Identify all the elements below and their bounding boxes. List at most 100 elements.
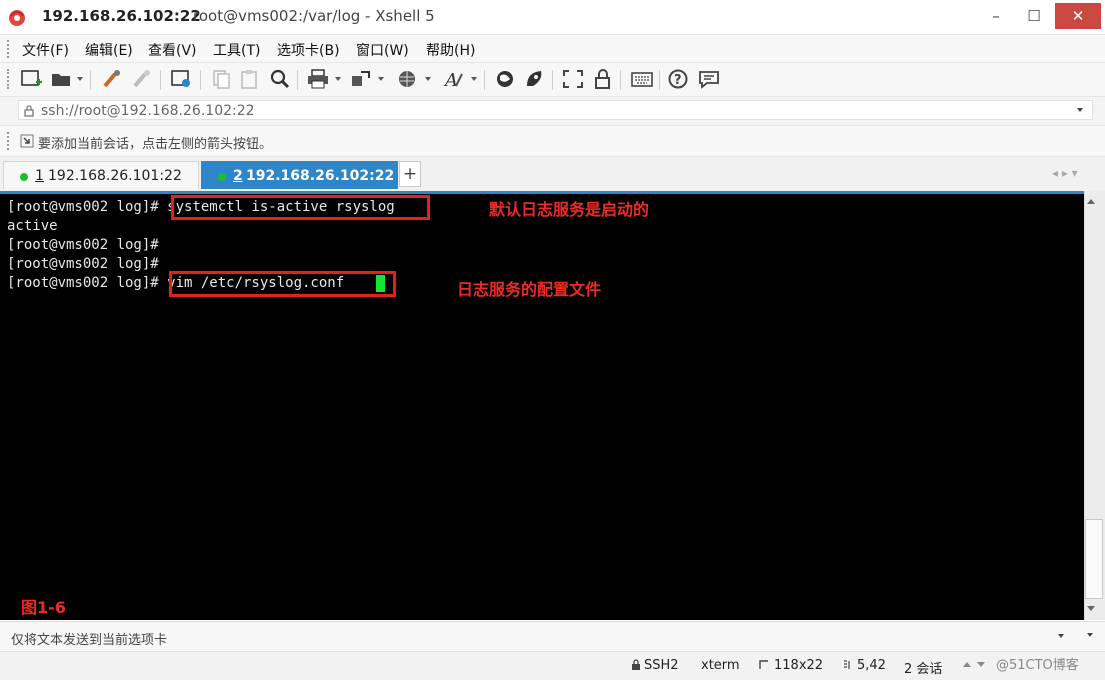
- annotation-text: 日志服务的配置文件: [457, 280, 602, 299]
- tab-session-1[interactable]: 1 192.168.26.101:22: [3, 161, 199, 189]
- open-folder-icon[interactable]: [50, 68, 74, 90]
- menu-help[interactable]: 帮助(H): [426, 40, 475, 60]
- scroll-up-icon[interactable]: [1087, 199, 1095, 204]
- highlight-box: [171, 195, 430, 220]
- status-session-count: 2 会话: [904, 662, 943, 677]
- shell-prompt: [root@vms002 log]#: [7, 275, 159, 291]
- session-hint-bar: 要添加当前会话，点击左侧的箭头按钮。: [0, 126, 1105, 157]
- maximize-button[interactable]: ☐: [1015, 3, 1053, 29]
- terminal-line: [root@vms002 log]#: [7, 256, 159, 272]
- annotation-text: 默认日志服务是启动的: [489, 200, 650, 219]
- properties-icon[interactable]: [170, 68, 194, 90]
- address-dropdown-icon[interactable]: [1077, 108, 1083, 112]
- menu-view[interactable]: 查看(V): [148, 40, 197, 60]
- svg-text:A: A: [443, 70, 458, 90]
- compose-bar[interactable]: 仅将文本发送到当前选项卡: [0, 621, 1105, 651]
- status-down-arrow-icon[interactable]: [977, 662, 985, 667]
- tab-strip: 1 192.168.26.101:22 2 192.168.26.102:22: [0, 157, 1105, 191]
- globe-dropdown-icon[interactable]: [425, 77, 431, 81]
- print-icon[interactable]: [306, 68, 330, 90]
- print-dropdown-icon[interactable]: [335, 77, 341, 81]
- reconnect-icon[interactable]: [101, 68, 125, 90]
- tab-number: 1: [35, 168, 44, 184]
- toolbar-separator: [160, 70, 161, 90]
- xagent-icon[interactable]: [523, 68, 547, 90]
- transfer-icon[interactable]: [349, 68, 373, 90]
- toolbar-separator: [659, 70, 660, 90]
- menu-tabs[interactable]: 选项卡(B): [277, 40, 340, 60]
- tab-scroll-nav-icon[interactable]: ◂ ▸ ▾: [1052, 166, 1078, 180]
- xftp-icon[interactable]: [493, 68, 517, 90]
- address-input[interactable]: ssh://root@192.168.26.102:22: [18, 100, 1093, 120]
- new-tab-button[interactable]: +: [399, 161, 421, 187]
- status-cursor-position: 5,42: [857, 658, 886, 673]
- session-hint-text: 要添加当前会话，点击左侧的箭头按钮。: [38, 137, 273, 152]
- fullscreen-icon[interactable]: [561, 68, 585, 90]
- toolbar-separator: [90, 70, 91, 90]
- terminal-line: active: [7, 218, 58, 234]
- add-session-arrow-icon[interactable]: [20, 134, 34, 148]
- chat-icon[interactable]: [697, 68, 721, 90]
- lock-small-icon: [24, 105, 34, 117]
- close-button[interactable]: ✕: [1055, 3, 1101, 29]
- title-bar: 192.168.26.102:22 root@vms002:/var/log -…: [0, 0, 1105, 35]
- window-title: root@vms002:/var/log - Xshell 5: [193, 7, 435, 25]
- compose-menu-icon[interactable]: [1087, 633, 1093, 637]
- compose-target-label: 仅将文本发送到当前选项卡: [11, 633, 168, 648]
- session-connected-icon: [218, 173, 226, 181]
- shell-prompt: [root@vms002 log]#: [7, 237, 159, 253]
- tab-label: 192.168.26.102:22: [246, 168, 395, 184]
- status-protocol: SSH2: [644, 658, 679, 673]
- hint-grip: [7, 132, 12, 150]
- transfer-dropdown-icon[interactable]: [378, 77, 384, 81]
- status-terminal-type: xterm: [701, 658, 740, 673]
- keyboard-icon[interactable]: [630, 68, 654, 90]
- tab-session-2[interactable]: 2 192.168.26.102:22: [201, 161, 398, 189]
- disconnect-icon[interactable]: [131, 68, 155, 90]
- compose-dropdown-icon[interactable]: [1058, 634, 1064, 638]
- font-dropdown-icon[interactable]: [471, 77, 477, 81]
- minimize-button[interactable]: –: [977, 3, 1015, 29]
- shell-prompt: [root@vms002 log]#: [7, 199, 159, 215]
- open-dropdown-icon[interactable]: [77, 77, 83, 81]
- status-up-arrow-icon[interactable]: [963, 662, 971, 667]
- shell-prompt: [root@vms002 log]#: [7, 256, 159, 272]
- toolbar-separator: [484, 70, 485, 90]
- toolbar-separator: [552, 70, 553, 90]
- menu-edit[interactable]: 编辑(E): [85, 40, 133, 60]
- lock-status-icon: [632, 659, 640, 670]
- menu-bar: 文件(F) 编辑(E) 查看(V) 工具(T) 选项卡(B) 窗口(W) 帮助(…: [0, 35, 1105, 63]
- terminal-area[interactable]: [0, 191, 1084, 620]
- scroll-thumb[interactable]: [1085, 519, 1103, 599]
- font-icon[interactable]: A: [442, 68, 466, 90]
- status-bar: SSH2 xterm 118x22 5,42 2 会话: [0, 651, 1105, 680]
- menu-window[interactable]: 窗口(W): [356, 40, 409, 60]
- resize-icon: [759, 660, 768, 669]
- menu-grip: [7, 40, 12, 58]
- terminal-line: [root@vms002 log]#: [7, 237, 159, 253]
- scroll-down-icon[interactable]: [1087, 606, 1095, 611]
- toolbar-separator: [620, 70, 621, 90]
- find-icon[interactable]: [268, 68, 292, 90]
- toolbar-separator: [297, 70, 298, 90]
- help-icon[interactable]: ?: [667, 68, 691, 90]
- figure-label: 图1-6: [21, 598, 66, 617]
- globe-icon[interactable]: [396, 68, 420, 90]
- lock-icon[interactable]: [591, 68, 615, 90]
- highlight-box: [169, 271, 396, 297]
- menu-tools[interactable]: 工具(T): [213, 40, 260, 60]
- copy-icon[interactable]: [209, 68, 233, 90]
- new-session-icon[interactable]: [20, 68, 44, 90]
- tab-label: 192.168.26.101:22: [48, 168, 182, 184]
- menu-file[interactable]: 文件(F): [22, 40, 69, 60]
- window-title-host: 192.168.26.102:22: [42, 7, 201, 25]
- toolbar: A ?: [0, 63, 1105, 97]
- cursor-position-icon: [844, 660, 850, 669]
- command-output: active: [7, 218, 58, 234]
- toolbar-separator: [200, 70, 201, 90]
- paste-icon[interactable]: [238, 68, 262, 90]
- xshell-logo-icon: [9, 10, 25, 26]
- svg-text:?: ?: [674, 73, 682, 88]
- tab-number: 2: [233, 168, 243, 184]
- session-connected-icon: [20, 173, 28, 181]
